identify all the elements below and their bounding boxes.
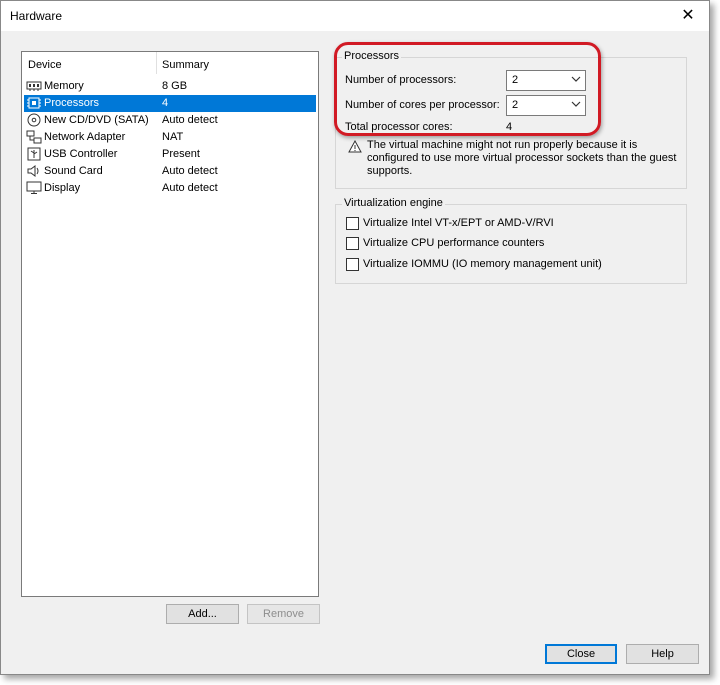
- device-name: Memory: [44, 80, 84, 92]
- device-name: Processors: [44, 97, 100, 109]
- device-row-memory[interactable]: Memory 8 GB: [24, 78, 316, 95]
- device-name: USB Controller: [44, 148, 118, 160]
- cd-dvd-icon: [26, 113, 42, 127]
- processor-icon: [26, 96, 42, 110]
- num-processors-label: Number of processors:: [345, 74, 457, 86]
- memory-icon: [26, 79, 42, 93]
- iommu-label: Virtualize IOMMU (IO memory management u…: [363, 258, 602, 270]
- vtx-label: Virtualize Intel VT-x/EPT or AMD-V/RVI: [363, 217, 554, 229]
- processors-group-label: Processors: [342, 50, 402, 62]
- device-summary: Auto detect: [162, 165, 218, 177]
- device-summary: NAT: [162, 131, 184, 143]
- iommu-checkbox[interactable]: [346, 258, 359, 271]
- device-row-network-adapter[interactable]: Network Adapter NAT: [24, 129, 316, 146]
- total-cores-label: Total processor cores:: [345, 121, 453, 133]
- add-button[interactable]: Add...: [166, 604, 239, 624]
- cpu-counters-label: Virtualize CPU performance counters: [363, 237, 545, 249]
- warning-message: The virtual machine might not run proper…: [367, 139, 677, 177]
- vtx-checkbox[interactable]: [346, 217, 359, 230]
- device-row-sound-card[interactable]: Sound Card Auto detect: [24, 163, 316, 180]
- window-title: Hardware: [10, 9, 63, 23]
- virtualization-group-label: Virtualization engine: [342, 197, 445, 209]
- device-summary: 4: [162, 97, 169, 109]
- device-summary: Auto detect: [162, 114, 218, 126]
- num-processors-select[interactable]: 2: [506, 70, 586, 91]
- column-divider[interactable]: [156, 52, 157, 74]
- device-list: Device Summary Memory 8 GB Processors 4 …: [21, 51, 319, 597]
- display-icon: [26, 181, 42, 195]
- speaker-icon: [26, 164, 42, 178]
- cores-per-processor-label: Number of cores per processor:: [345, 99, 500, 111]
- column-header-summary[interactable]: Summary: [162, 59, 209, 71]
- network-adapter-icon: [26, 130, 42, 144]
- warning-icon: [348, 139, 362, 156]
- device-row-processors[interactable]: Processors 4: [24, 95, 316, 112]
- device-name: Display: [44, 182, 81, 194]
- device-name: Network Adapter: [44, 131, 126, 143]
- processors-group: Processors Number of processors: 2 Numbe…: [335, 50, 687, 189]
- device-summary: Present: [162, 148, 200, 160]
- device-name: New CD/DVD (SATA): [44, 114, 149, 126]
- cores-per-processor-value: 2: [512, 99, 519, 111]
- title-bar: Hardware ✕: [1, 1, 709, 31]
- device-row-display[interactable]: Display Auto detect: [24, 180, 316, 197]
- usb-icon: [26, 147, 42, 161]
- device-summary: 8 GB: [162, 80, 188, 92]
- device-list-header: Device Summary: [22, 52, 318, 76]
- num-processors-value: 2: [512, 74, 519, 86]
- remove-button[interactable]: Remove: [247, 604, 320, 624]
- help-button[interactable]: Help: [626, 644, 699, 664]
- chevron-down-icon: [571, 99, 581, 112]
- close-button[interactable]: Close: [545, 644, 617, 664]
- device-row-cd-dvd[interactable]: New CD/DVD (SATA) Auto detect: [24, 112, 316, 129]
- device-summary: Auto detect: [162, 182, 218, 194]
- device-name: Sound Card: [44, 165, 103, 177]
- virtualization-engine-group: Virtualization engine Virtualize Intel V…: [335, 197, 687, 284]
- cpu-counters-checkbox[interactable]: [346, 237, 359, 250]
- device-row-usb-controller[interactable]: USB Controller Present: [24, 146, 316, 163]
- hardware-dialog: Hardware ✕ Device Summary Memory 8 GB Pr…: [0, 0, 710, 675]
- cores-per-processor-select[interactable]: 2: [506, 95, 586, 116]
- close-icon[interactable]: ✕: [675, 3, 701, 29]
- column-header-device[interactable]: Device: [28, 59, 62, 71]
- chevron-down-icon: [571, 74, 581, 87]
- total-cores-value: 4: [506, 121, 513, 133]
